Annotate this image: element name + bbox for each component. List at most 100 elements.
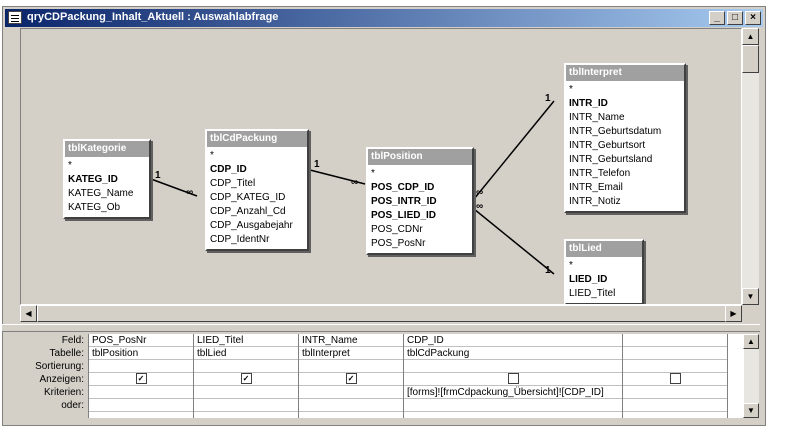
- field-item[interactable]: LIED_Titel: [569, 287, 639, 301]
- show-checkbox[interactable]: ✓: [345, 373, 357, 384]
- scroll-thumb[interactable]: [742, 45, 759, 73]
- sortierung-cell[interactable]: [194, 360, 298, 373]
- field-item[interactable]: *: [210, 149, 304, 163]
- field-item[interactable]: *: [569, 259, 639, 273]
- field-item[interactable]: CDP_IdentNr: [210, 233, 304, 247]
- diagram-vertical-scrollbar[interactable]: ▲ ▼: [742, 28, 759, 305]
- field-item[interactable]: INTR_Geburtsdatum: [569, 125, 681, 139]
- field-item[interactable]: POS_CDNr: [371, 223, 469, 237]
- field-item[interactable]: CDP_KATEG_ID: [210, 191, 304, 205]
- table-diagram-pane[interactable]: 1 ∞ 1 ∞ ∞ 1 ∞ 1 tblKategorie * KATEG_ID …: [20, 28, 742, 305]
- field-item[interactable]: KATEG_Name: [68, 187, 146, 201]
- minimize-button[interactable]: _: [709, 11, 725, 25]
- kriterien-cell[interactable]: [299, 386, 403, 399]
- field-item[interactable]: KATEG_ID: [68, 173, 146, 187]
- field-item[interactable]: INTR_Geburtsland: [569, 153, 681, 167]
- oder-cell[interactable]: [89, 399, 193, 412]
- kriterien-cell[interactable]: [89, 386, 193, 399]
- scroll-up-icon[interactable]: ▲: [743, 334, 759, 349]
- show-checkbox[interactable]: ✓: [135, 373, 147, 384]
- sortierung-cell[interactable]: [623, 360, 727, 373]
- sortierung-cell[interactable]: [299, 360, 403, 373]
- sortierung-cell[interactable]: [89, 360, 193, 373]
- tabelle-cell[interactable]: tblCdPackung: [404, 347, 622, 360]
- field-list[interactable]: * CDP_ID CDP_Titel CDP_KATEG_ID CDP_Anza…: [207, 147, 307, 249]
- field-list[interactable]: * POS_CDP_ID POS_INTR_ID POS_LIED_ID POS…: [368, 165, 472, 253]
- field-item[interactable]: *: [68, 159, 146, 173]
- anzeigen-cell[interactable]: [404, 373, 622, 386]
- field-item[interactable]: POS_PosNr: [371, 237, 469, 251]
- kriterien-cell[interactable]: [forms]![frmCdpackung_Übersicht]![CDP_ID…: [404, 386, 622, 399]
- title-bar[interactable]: qryCDPackung_Inhalt_Aktuell : Auswahlabf…: [5, 9, 763, 27]
- field-item[interactable]: CDP_Ausgabejahr: [210, 219, 304, 233]
- field-item[interactable]: INTR_Telefon: [569, 167, 681, 181]
- anzeigen-cell[interactable]: ✓: [194, 373, 298, 386]
- table-position[interactable]: tblPosition * POS_CDP_ID POS_INTR_ID POS…: [366, 147, 474, 255]
- tabelle-cell[interactable]: tblLied: [194, 347, 298, 360]
- oder-cell[interactable]: [299, 399, 403, 412]
- field-item[interactable]: INTR_Name: [569, 111, 681, 125]
- table-title[interactable]: tblCdPackung: [207, 131, 307, 147]
- feld-cell[interactable]: [623, 334, 727, 347]
- oder-cell[interactable]: [404, 399, 622, 412]
- kriterien-cell[interactable]: [194, 386, 298, 399]
- table-title[interactable]: tblKategorie: [65, 141, 149, 157]
- feld-cell[interactable]: POS_PosNr: [89, 334, 193, 347]
- scroll-left-icon[interactable]: ◀: [20, 305, 37, 322]
- table-lied[interactable]: tblLied * LIED_ID LIED_Titel: [564, 239, 644, 304]
- feld-cell[interactable]: LIED_Titel: [194, 334, 298, 347]
- diagram-horizontal-scrollbar[interactable]: ◀ ▶: [20, 305, 742, 322]
- field-list[interactable]: * LIED_ID LIED_Titel: [566, 257, 642, 303]
- field-item[interactable]: INTR_Email: [569, 181, 681, 195]
- table-title[interactable]: tblInterpret: [566, 65, 684, 81]
- field-item[interactable]: INTR_Geburtsort: [569, 139, 681, 153]
- table-interpret[interactable]: tblInterpret * INTR_ID INTR_Name INTR_Ge…: [564, 63, 686, 213]
- field-item[interactable]: *: [569, 83, 681, 97]
- show-checkbox[interactable]: ✓: [240, 373, 252, 384]
- field-item[interactable]: CDP_ID: [210, 163, 304, 177]
- field-item[interactable]: POS_LIED_ID: [371, 209, 469, 223]
- feld-cell[interactable]: INTR_Name: [299, 334, 403, 347]
- oder-cell[interactable]: [194, 399, 298, 412]
- field-item[interactable]: POS_INTR_ID: [371, 195, 469, 209]
- oder-cell[interactable]: [623, 399, 727, 412]
- scroll-down-icon[interactable]: ▼: [742, 288, 759, 305]
- tabelle-cell[interactable]: tblInterpret: [299, 347, 403, 360]
- maximize-button[interactable]: □: [727, 11, 743, 25]
- field-list[interactable]: * INTR_ID INTR_Name INTR_Geburtsdatum IN…: [566, 81, 684, 211]
- field-item[interactable]: KATEG_Ob: [68, 201, 146, 215]
- show-checkbox[interactable]: [507, 373, 519, 384]
- kriterien-cell[interactable]: [623, 386, 727, 399]
- grid-column[interactable]: LIED_Titel tblLied ✓: [194, 334, 299, 418]
- field-item[interactable]: CDP_Anzahl_Cd: [210, 205, 304, 219]
- grid-column[interactable]: [623, 334, 728, 418]
- field-item[interactable]: LIED_ID: [569, 273, 639, 287]
- table-title[interactable]: tblPosition: [368, 149, 472, 165]
- field-list[interactable]: * KATEG_ID KATEG_Name KATEG_Ob: [65, 157, 149, 217]
- grid-vertical-scrollbar[interactable]: ▲ ▼: [743, 334, 759, 418]
- scroll-thumb[interactable]: [37, 305, 727, 322]
- tabelle-cell[interactable]: [623, 347, 727, 360]
- field-item[interactable]: INTR_ID: [569, 97, 681, 111]
- grid-column[interactable]: POS_PosNr tblPosition ✓: [89, 334, 194, 418]
- scroll-right-icon[interactable]: ▶: [725, 305, 742, 322]
- scroll-down-icon[interactable]: ▼: [743, 403, 759, 418]
- field-item[interactable]: POS_CDP_ID: [371, 181, 469, 195]
- field-item[interactable]: CDP_Titel: [210, 177, 304, 191]
- field-item[interactable]: INTR_Notiz: [569, 195, 681, 209]
- table-title[interactable]: tblLied: [566, 241, 642, 257]
- anzeigen-cell[interactable]: [623, 373, 727, 386]
- table-cdpackung[interactable]: tblCdPackung * CDP_ID CDP_Titel CDP_KATE…: [205, 129, 309, 251]
- pane-splitter[interactable]: [2, 324, 760, 332]
- grid-column[interactable]: INTR_Name tblInterpret ✓: [299, 334, 404, 418]
- anzeigen-cell[interactable]: ✓: [299, 373, 403, 386]
- show-checkbox[interactable]: [669, 373, 681, 384]
- scroll-up-icon[interactable]: ▲: [742, 28, 759, 45]
- anzeigen-cell[interactable]: ✓: [89, 373, 193, 386]
- tabelle-cell[interactable]: tblPosition: [89, 347, 193, 360]
- table-kategorie[interactable]: tblKategorie * KATEG_ID KATEG_Name KATEG…: [63, 139, 151, 219]
- field-item[interactable]: *: [371, 167, 469, 181]
- grid-column[interactable]: CDP_ID tblCdPackung [forms]![frmCdpackun…: [404, 334, 623, 418]
- close-button[interactable]: ×: [745, 11, 761, 25]
- feld-cell[interactable]: CDP_ID: [404, 334, 622, 347]
